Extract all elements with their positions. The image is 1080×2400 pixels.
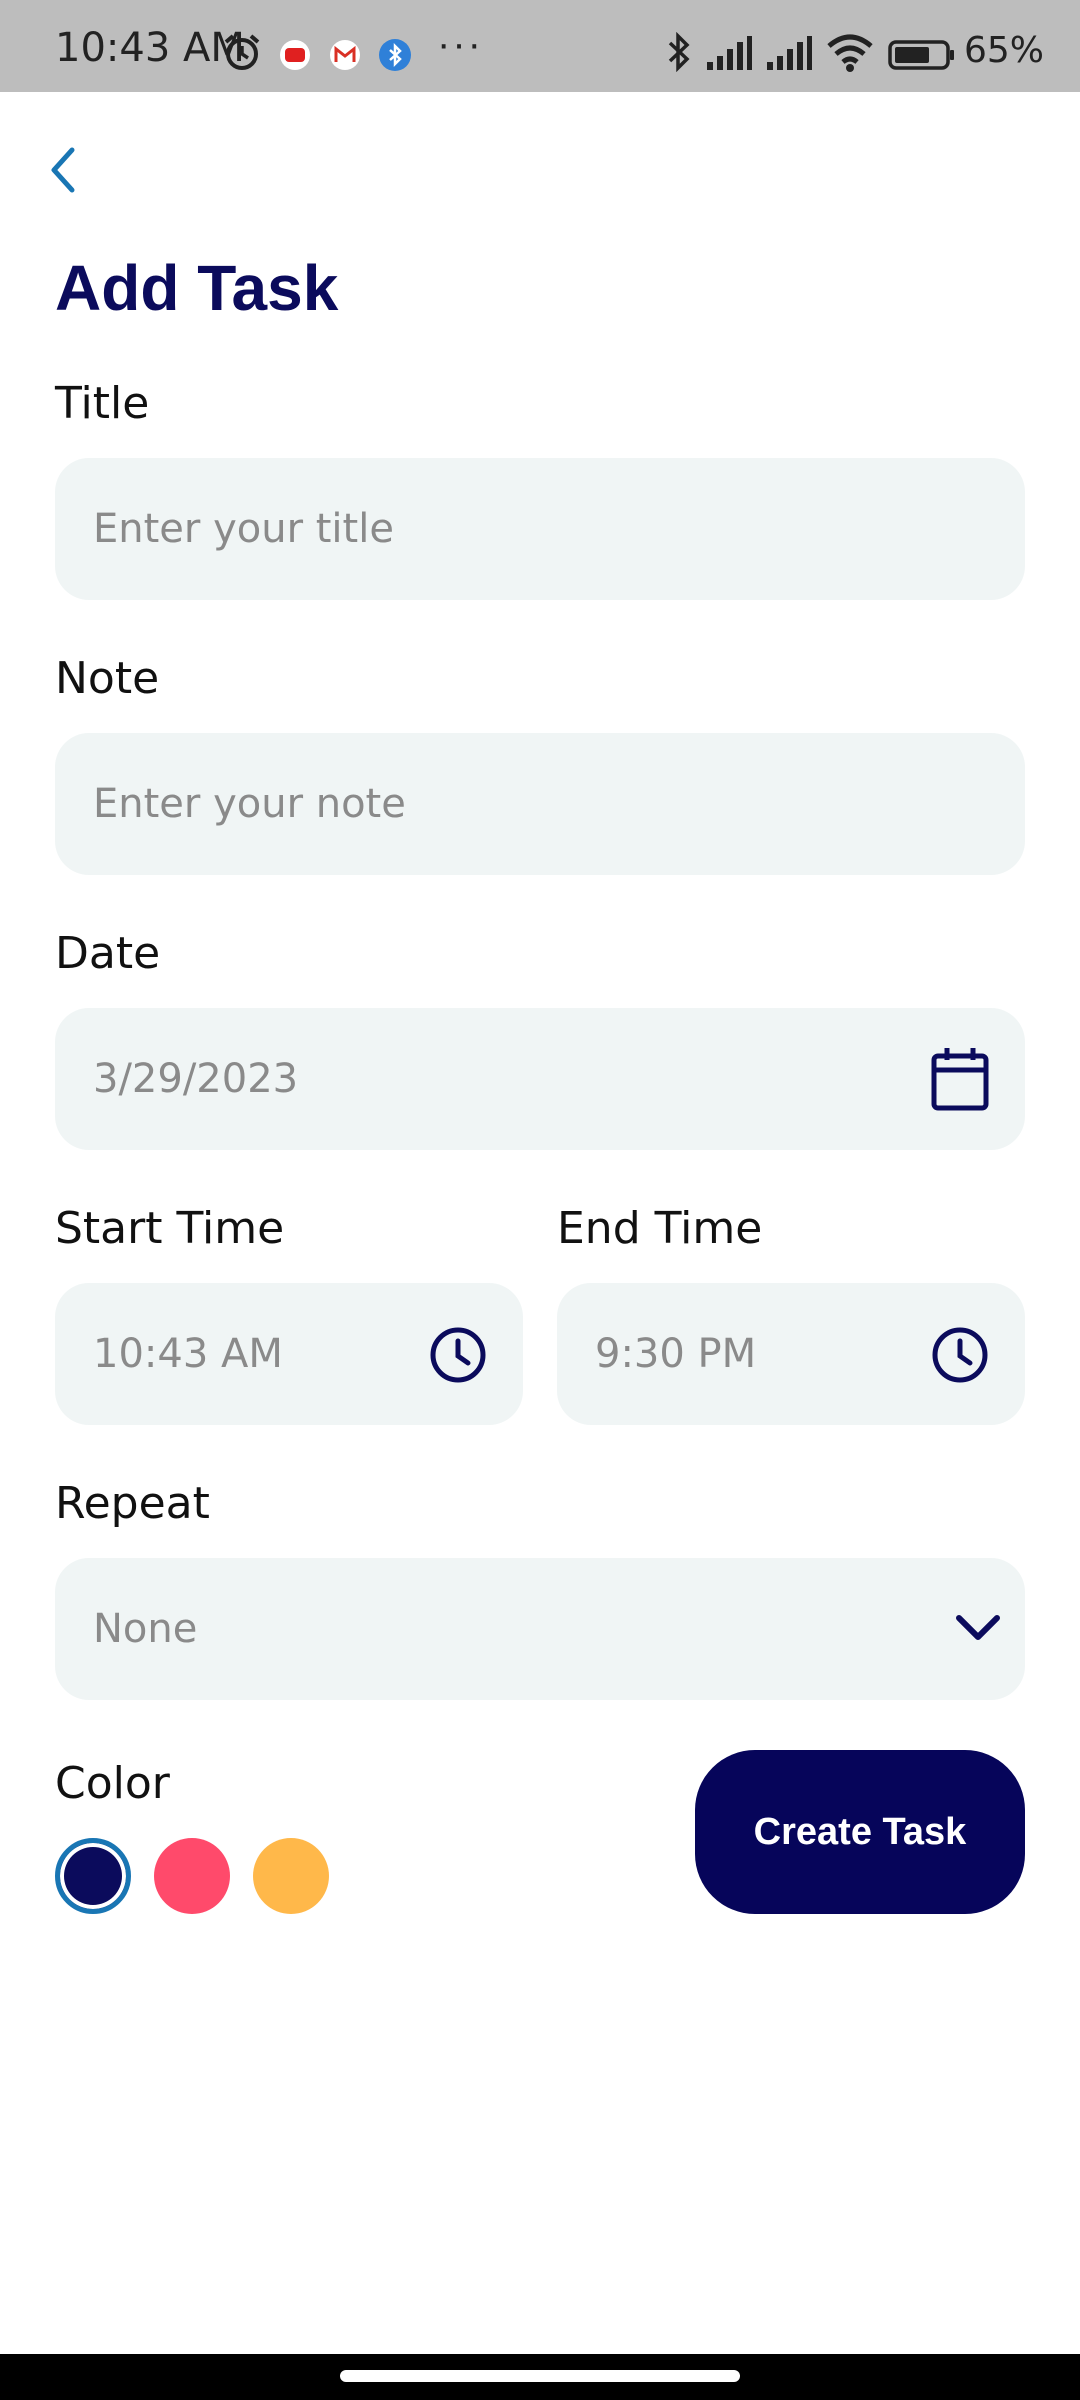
start-time-value: 10:43 AM [93,1331,283,1377]
note-placeholder: Enter your note [93,781,406,827]
youtube-icon [280,40,310,70]
end-time-value: 9:30 PM [595,1331,757,1377]
color-swatch-navy[interactable] [55,1838,131,1914]
signal-icon [767,36,812,70]
color-label: Color [55,1758,170,1809]
end-time-field[interactable]: 9:30 PM [557,1283,1025,1425]
page-title: Add Task [55,252,339,324]
calendar-icon[interactable] [930,1046,990,1112]
color-swatch-pink[interactable] [154,1838,230,1914]
alarm-icon [224,34,260,70]
navigation-bar [0,2354,1080,2400]
status-bar: 10:43 AM ··· 65% [0,0,1080,92]
signal-icon [707,36,752,70]
date-field[interactable]: 3/29/2023 [55,1008,1025,1150]
color-swatch-orange[interactable] [253,1838,329,1914]
repeat-dropdown[interactable]: None [55,1558,1025,1700]
battery-icon [888,40,954,70]
note-label: Note [55,653,160,704]
title-placeholder: Enter your title [93,506,394,552]
repeat-label: Repeat [55,1478,210,1529]
clock-icon[interactable] [930,1325,990,1385]
gmail-icon [330,40,360,70]
start-time-field[interactable]: 10:43 AM [55,1283,523,1425]
home-indicator[interactable] [340,2370,740,2382]
back-button[interactable] [40,140,86,200]
date-value: 3/29/2023 [93,1056,299,1102]
wifi-icon [827,34,873,72]
end-time-label: End Time [557,1203,763,1254]
status-time: 10:43 AM [55,25,245,71]
more-notifications-icon: ··· [437,22,483,66]
repeat-value: None [93,1606,198,1652]
date-label: Date [55,928,161,979]
create-task-button[interactable]: Create Task [695,1750,1025,1914]
clock-icon[interactable] [428,1325,488,1385]
title-input[interactable]: Enter your title [55,458,1025,600]
battery-percent: 65% [964,30,1045,71]
bluetooth-icon [668,32,690,72]
bluetooth-app-icon [379,39,411,71]
chevron-down-icon[interactable] [953,1610,1003,1646]
chevron-left-icon [51,147,75,193]
title-label: Title [55,378,150,429]
note-input[interactable]: Enter your note [55,733,1025,875]
start-time-label: Start Time [55,1203,285,1254]
